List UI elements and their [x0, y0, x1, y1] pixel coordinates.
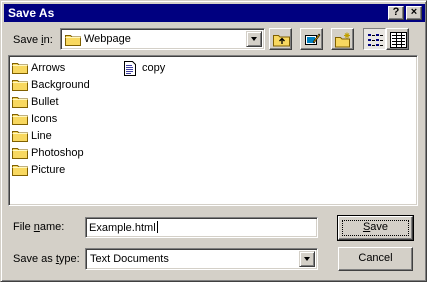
folder-item[interactable]: Line	[12, 128, 117, 144]
cancel-button[interactable]: Cancel	[338, 247, 413, 271]
folder-item[interactable]: Photoshop	[12, 145, 117, 161]
folder-icon	[12, 131, 28, 142]
folder-icon	[12, 80, 28, 91]
folder-item[interactable]: Picture	[12, 162, 117, 178]
save-in-value: Webpage	[84, 33, 131, 45]
chevron-down-icon	[251, 37, 257, 41]
details-view-button[interactable]	[386, 28, 409, 50]
file-name-input[interactable]: Example.html	[85, 217, 318, 238]
text-document-icon	[124, 61, 136, 76]
folder-item[interactable]: Icons	[12, 111, 117, 127]
folder-icon	[65, 35, 81, 46]
save-in-dropdown-button[interactable]	[246, 31, 262, 47]
file-name-label: File name:	[13, 221, 65, 233]
close-button[interactable]: ×	[406, 6, 422, 20]
details-view-icon	[390, 32, 407, 48]
save-as-type-dropdown[interactable]: Text Documents	[85, 248, 318, 270]
file-name-value: Example.html	[89, 221, 158, 234]
up-one-level-button[interactable]	[269, 28, 292, 50]
folder-item-label: Picture	[31, 164, 66, 176]
save-as-type-dropdown-button[interactable]	[299, 251, 315, 267]
folder-item-label: Bullet	[31, 96, 59, 108]
save-as-type-label: Save as type:	[13, 253, 80, 265]
desktop-button[interactable]	[300, 28, 323, 50]
help-button[interactable]: ?	[388, 6, 404, 20]
list-view-button[interactable]	[363, 28, 386, 50]
save-as-dialog: Save As ? × Save in: Webpage Arrows Back…	[0, 0, 427, 282]
folder-item[interactable]: Background	[12, 77, 117, 93]
desktop-icon	[305, 33, 321, 45]
folder-icon	[12, 148, 28, 159]
file-item-label: copy	[142, 62, 166, 74]
save-in-dropdown[interactable]: Webpage	[60, 28, 265, 50]
folder-icon	[12, 114, 28, 125]
title-bar[interactable]: Save As ? ×	[4, 4, 425, 22]
window-title: Save As	[8, 6, 55, 20]
folder-icon	[12, 165, 28, 176]
new-folder-button[interactable]	[331, 28, 354, 50]
new-folder-icon	[335, 32, 350, 48]
file-list[interactable]: Arrows Background Bullet Icons Line Photoshop…	[8, 55, 418, 206]
folder-item-label: Photoshop	[31, 147, 84, 159]
folder-item[interactable]: Bullet	[12, 94, 117, 110]
folder-item-label: Icons	[31, 113, 58, 125]
folder-icon	[12, 63, 28, 74]
save-button[interactable]: Save	[337, 215, 414, 241]
folder-item-label: Background	[31, 79, 90, 91]
folder-item-label: Line	[31, 130, 52, 142]
folder-item-label: Arrows	[31, 62, 66, 74]
folder-icon	[12, 97, 28, 108]
chevron-down-icon	[304, 257, 310, 261]
save-in-label: Save in:	[13, 34, 53, 46]
list-view-icon	[368, 34, 383, 46]
up-folder-icon	[273, 35, 290, 47]
save-as-type-value: Text Documents	[90, 253, 169, 265]
file-item[interactable]: copy	[123, 60, 203, 76]
folder-item[interactable]: Arrows	[12, 60, 117, 76]
